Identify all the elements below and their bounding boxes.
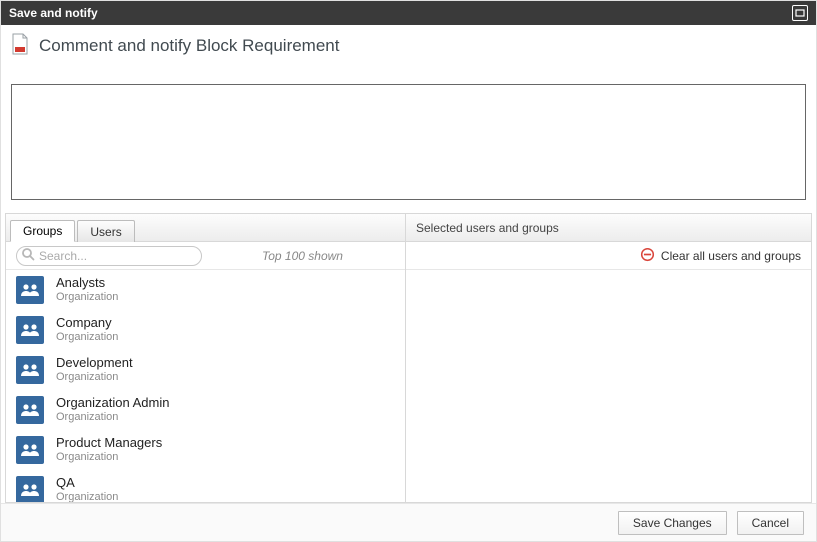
dialog-footer: Save Changes Cancel [1,503,816,541]
groups-list[interactable]: AnalystsOrganizationCompanyOrganizationD… [6,270,405,502]
list-item-name: QA [56,475,118,491]
window-title: Save and notify [9,6,98,20]
comment-textarea[interactable] [11,84,806,200]
list-item[interactable]: DevelopmentOrganization [6,350,405,390]
list-item-subtitle: Organization [56,291,118,305]
list-item-name: Organization Admin [56,395,169,411]
selected-body [406,270,811,502]
list-item-subtitle: Organization [56,491,118,502]
save-changes-button[interactable]: Save Changes [618,511,727,535]
dialog-window: Save and notify Comment and notify Block… [0,0,817,542]
list-item-subtitle: Organization [56,331,118,345]
group-icon [16,476,44,502]
cancel-button[interactable]: Cancel [737,511,804,535]
comment-area [11,84,806,203]
list-item[interactable]: AnalystsOrganization [6,270,405,310]
picker-available-panel: Groups Users Top 100 shown AnalystsOrgan… [6,214,406,502]
list-item-text: AnalystsOrganization [56,275,118,305]
groups-list-wrap: AnalystsOrganizationCompanyOrganizationD… [6,270,405,502]
search-row: Top 100 shown [6,242,405,270]
group-icon [16,316,44,344]
clear-all-link[interactable]: Clear all users and groups [661,249,801,263]
group-icon [16,356,44,384]
list-item-name: Development [56,355,133,371]
search-icon [21,247,35,264]
list-item-name: Analysts [56,275,118,291]
group-icon [16,276,44,304]
list-item-name: Company [56,315,118,331]
clear-row: Clear all users and groups [406,242,811,270]
page-title: Comment and notify Block Requirement [39,36,339,56]
title-bar: Save and notify [1,1,816,25]
list-item[interactable]: Product ManagersOrganization [6,430,405,470]
list-item[interactable]: CompanyOrganization [6,310,405,350]
list-item-subtitle: Organization [56,411,169,425]
group-icon [16,436,44,464]
user-group-picker: Groups Users Top 100 shown AnalystsOrgan… [5,213,812,503]
list-item-text: Product ManagersOrganization [56,435,162,465]
tab-users[interactable]: Users [77,220,134,242]
tabs-row: Groups Users [6,214,405,242]
list-item-text: Organization AdminOrganization [56,395,169,425]
list-item[interactable]: Organization AdminOrganization [6,390,405,430]
list-item-name: Product Managers [56,435,162,451]
tab-groups[interactable]: Groups [10,220,75,242]
header-row: Comment and notify Block Requirement [5,29,812,62]
list-item-text: CompanyOrganization [56,315,118,345]
search-input[interactable] [35,248,196,264]
list-item-subtitle: Organization [56,371,133,385]
list-item-text: DevelopmentOrganization [56,355,133,385]
picker-selected-panel: Selected users and groups Clear all user… [406,214,811,502]
search-hint: Top 100 shown [210,249,395,263]
document-icon [11,33,29,58]
list-item[interactable]: QAOrganization [6,470,405,502]
dialog-body: Comment and notify Block Requirement Gro… [1,25,816,503]
list-item-text: QAOrganization [56,475,118,502]
list-item-subtitle: Organization [56,451,162,465]
window-control-icon[interactable] [792,5,808,21]
search-box [16,246,202,266]
remove-icon [640,247,655,265]
selected-header: Selected users and groups [406,214,811,242]
group-icon [16,396,44,424]
